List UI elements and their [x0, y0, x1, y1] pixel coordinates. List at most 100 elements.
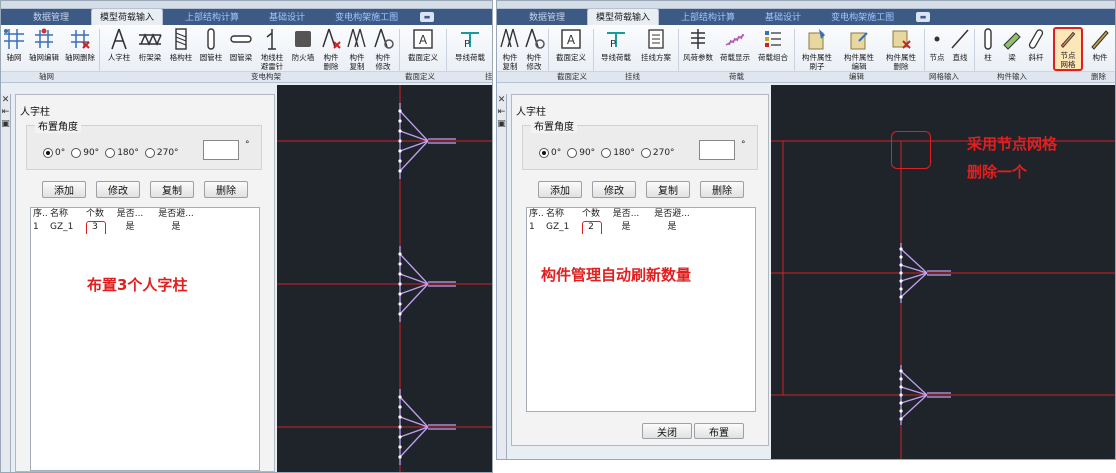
tab-foundation-design[interactable]: 基础设计 — [261, 9, 313, 25]
angle-option-0[interactable]: 0° — [539, 148, 561, 158]
tab-construction-drawing[interactable]: 变电构架施工图 — [327, 9, 406, 25]
ribbon-collapse-icon[interactable]: ▬ — [420, 12, 435, 22]
column-header-count[interactable]: 个数 — [81, 208, 109, 221]
panel-toggle-icon[interactable]: ▣ — [1, 118, 10, 130]
brace-button[interactable]: 斜杆 — [1025, 27, 1047, 71]
column-header-name[interactable]: 名称 — [543, 208, 577, 221]
radio-button[interactable] — [601, 148, 612, 158]
component-copy-button[interactable]: 构件 复制 — [499, 27, 521, 71]
model-canvas[interactable] — [277, 85, 492, 472]
copy-button[interactable]: 复制 — [150, 181, 194, 198]
angle-option-90[interactable]: 90° — [71, 148, 99, 158]
angle-option-90[interactable]: 90° — [567, 148, 595, 158]
tab-foundation-design[interactable]: 基础设计 — [757, 9, 809, 25]
column-header-flag2[interactable]: 是否避... — [647, 208, 697, 221]
pin-icon[interactable]: ⇤ — [1, 106, 10, 118]
load-combination-button[interactable]: 荷载组合 — [755, 27, 791, 71]
lightning-rod-button[interactable]: 地线柱 避雷针 — [257, 27, 287, 71]
panel-title: 人字柱 — [516, 107, 546, 118]
node-grid-delete-button[interactable]: 节点 网格 — [1053, 27, 1083, 71]
close-icon[interactable]: ✕ — [497, 94, 506, 106]
ribbon: 构件 复制 构件 修改 A 截面定义 P 导线荷载 挂线方案 风荷参数 荷载显示 — [497, 25, 1115, 101]
component-delete-button[interactable]: 构件 删除 — [319, 27, 343, 71]
table-row[interactable]: 1 GZ_1 3 是 是 — [31, 221, 259, 234]
radio-button[interactable] — [144, 148, 155, 158]
radio-button[interactable] — [71, 148, 82, 158]
modify-button[interactable]: 修改 — [96, 181, 140, 198]
round-tube-beam-button[interactable]: 圆管梁 — [227, 27, 255, 71]
close-icon[interactable]: ✕ — [1, 94, 10, 106]
add-button[interactable]: 添加 — [538, 181, 582, 198]
line-button[interactable]: 直线 — [949, 27, 971, 71]
column-button[interactable]: 柱 — [977, 27, 999, 71]
property-edit-button[interactable]: 构件属性 编辑 — [839, 27, 879, 71]
component-delete-brush-button[interactable]: 构件 — [1087, 27, 1113, 71]
angle-option-270[interactable]: 270° — [144, 148, 179, 158]
group-label-hanging: 挂 — [485, 72, 493, 81]
place-button[interactable]: 布置 — [694, 423, 744, 439]
a-frame-column-button[interactable]: 人字柱 — [105, 27, 133, 71]
close-button[interactable]: 关闭 — [642, 423, 692, 439]
radio-button[interactable] — [43, 148, 53, 158]
column-header-flag1[interactable]: 是否... — [109, 208, 151, 221]
angle-options: 0° 90° 180° 270° — [539, 148, 675, 158]
radio-button[interactable] — [539, 148, 549, 158]
grid-delete-button[interactable]: 轴网删除 — [63, 27, 97, 71]
panel-buttons: 添加 修改 复制 删除 — [538, 181, 744, 198]
tab-construction-drawing[interactable]: 变电构架施工图 — [823, 9, 902, 25]
delete-button[interactable]: 删除 — [700, 181, 744, 198]
beam-button[interactable]: 梁 — [1001, 27, 1023, 71]
radio-button[interactable] — [105, 148, 116, 158]
column-header-count[interactable]: 个数 — [577, 208, 605, 221]
pin-icon[interactable]: ⇤ — [497, 106, 506, 118]
custom-angle-input[interactable] — [699, 140, 735, 160]
property-delete-button[interactable]: 构件属性 删除 — [881, 27, 921, 71]
column-header-flag1[interactable]: 是否... — [605, 208, 647, 221]
wire-load-button[interactable]: P 导线荷载 — [597, 27, 635, 71]
section-define-button[interactable]: A 截面定义 — [403, 27, 443, 71]
custom-angle-input[interactable] — [203, 140, 239, 160]
add-button[interactable]: 添加 — [42, 181, 86, 198]
tab-superstructure-calc[interactable]: 上部结构计算 — [673, 9, 743, 25]
radio-button[interactable] — [640, 148, 651, 158]
column-header-index[interactable]: 序... — [31, 208, 47, 221]
component-copy-icon — [347, 28, 366, 48]
lattice-column-button[interactable]: 格构柱 — [167, 27, 195, 71]
angle-option-270[interactable]: 270° — [640, 148, 675, 158]
tab-model-load-input[interactable]: 模型荷载输入 — [91, 8, 164, 25]
wind-load-button[interactable]: 风荷参数 — [681, 27, 715, 71]
grid-edit-button[interactable]: 轴网编辑 — [27, 27, 61, 71]
section-define-button[interactable]: A 截面定义 — [552, 27, 590, 71]
tab-superstructure-calc[interactable]: 上部结构计算 — [177, 9, 247, 25]
component-modify-button[interactable]: 构件 修改 — [371, 27, 395, 71]
grid-button[interactable]: 轴网 — [3, 27, 25, 71]
angle-option-0[interactable]: 0° — [43, 148, 65, 158]
truss-beam-button[interactable]: 桁架梁 — [135, 27, 165, 71]
hanging-scheme-button[interactable]: 挂线方案 — [637, 27, 675, 71]
node-button[interactable]: 节点 — [927, 27, 947, 71]
component-copy-button[interactable]: 构件 复制 — [345, 27, 369, 71]
model-canvas[interactable]: 采用节点网格 删除一个 — [771, 85, 1115, 459]
panel-toggle-icon[interactable]: ▣ — [497, 118, 506, 130]
tab-model-load-input[interactable]: 模型荷载输入 — [587, 8, 660, 25]
angle-option-180[interactable]: 180° — [601, 148, 635, 158]
wire-load-button[interactable]: P 导线荷载 — [449, 27, 491, 71]
copy-button[interactable]: 复制 — [646, 181, 690, 198]
component-modify-button[interactable]: 构件 修改 — [523, 27, 545, 71]
modify-button[interactable]: 修改 — [592, 181, 636, 198]
round-tube-column-button[interactable]: 圆管柱 — [197, 27, 225, 71]
column-header-name[interactable]: 名称 — [47, 208, 81, 221]
column-header-flag2[interactable]: 是否避... — [151, 208, 201, 221]
tab-data-management[interactable]: 数据管理 — [25, 9, 77, 25]
ribbon-collapse-icon[interactable]: ▬ — [916, 12, 931, 22]
property-brush-button[interactable]: 构件属性 刷子 — [797, 27, 837, 71]
table-row[interactable]: 1 GZ_1 2 是 是 — [527, 221, 755, 234]
delete-button[interactable]: 删除 — [204, 181, 248, 198]
radio-button[interactable] — [567, 148, 578, 158]
cell-count-wrap: 2 — [577, 221, 605, 234]
tab-data-management[interactable]: 数据管理 — [521, 9, 573, 25]
load-display-button[interactable]: 荷载显示 — [717, 27, 753, 71]
column-header-index[interactable]: 序... — [527, 208, 543, 221]
angle-option-180[interactable]: 180° — [105, 148, 139, 158]
firewall-button[interactable]: 防火墙 — [289, 27, 317, 71]
